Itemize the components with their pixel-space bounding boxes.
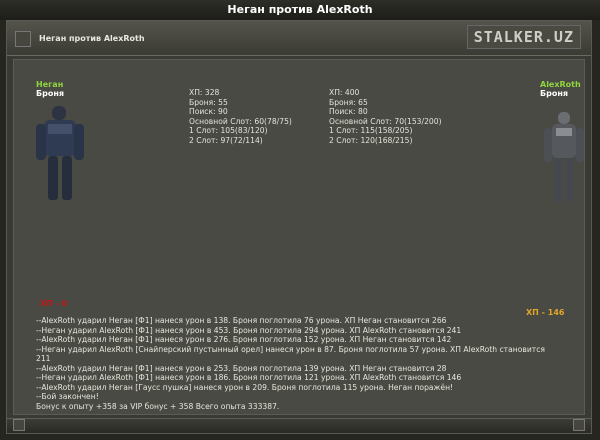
window-corner-ornament-left	[15, 31, 31, 47]
stat-line: ХП: 328	[189, 88, 220, 97]
battle-window: Неган против AlexRoth STALKER.UZ Неган Б…	[6, 20, 592, 434]
stat-line: Основной Слот: 60(78/75)	[189, 116, 292, 126]
stat-line: 1 Слот: 115(158/205)	[329, 126, 413, 135]
log-line: --Бой закончен!	[36, 392, 99, 401]
window-corner-ornament-bottom-left	[13, 419, 25, 431]
stat-line: 2 Слот: 120(168/215)	[329, 135, 413, 145]
right-fighter-armor-label: Броня	[540, 89, 568, 98]
log-line: --AlexRoth ударил Неган [Ф1] нанеся урон…	[36, 316, 447, 325]
log-line: --Неган ударил AlexRoth [Снайперский пус…	[36, 344, 545, 364]
log-line: --AlexRoth ударил Неган [Гаусс пушка] на…	[36, 382, 454, 392]
log-line: --Неган ударил AlexRoth [Ф1] нанеся урон…	[36, 325, 462, 335]
log-line: --AlexRoth ударил Неган [Ф1] нанеся урон…	[36, 363, 447, 373]
stat-line: Основной Слот: 70(153/200)	[329, 116, 442, 126]
right-fighter-avatar	[544, 112, 584, 202]
stalker-logo: STALKER.UZ	[466, 25, 581, 49]
stat-line: 1 Слот: 105(83/120)	[189, 126, 268, 135]
log-line: Бонус к опыту +358 за VIP бонус + 358 Вс…	[36, 401, 280, 411]
battle-panel: Неган Броня ХП: 328 Броня: 55 Поиск: 90 …	[13, 59, 585, 415]
stat-line: ХП: 400	[329, 88, 360, 97]
window-header: Неган против AlexRoth STALKER.UZ	[7, 21, 591, 56]
left-fighter-armor-label: Броня	[36, 89, 64, 98]
battle-log: --AlexRoth ударил Неган [Ф1] нанеся урон…	[36, 316, 556, 411]
left-fighter-hp-result: ХП - 0	[40, 299, 68, 308]
log-line: --Неган ударил AlexRoth [Ф1] нанеся урон…	[36, 373, 462, 382]
right-fighter-stats: ХП: 400 Броня: 65 Поиск: 80 Основной Сло…	[329, 88, 442, 145]
left-fighter-header: Неган Броня	[36, 80, 64, 98]
stat-line: Поиск: 80	[329, 107, 368, 116]
stat-line: 2 Слот: 97(72/114)	[189, 135, 263, 145]
window-corner-ornament-bottom-right	[573, 419, 585, 431]
right-fighter-header: AlexRoth Броня	[540, 80, 581, 98]
window-footer	[7, 418, 591, 433]
log-line: --AlexRoth ударил Неган [Ф1] нанеся урон…	[36, 335, 452, 344]
stat-line: Броня: 65	[329, 97, 368, 107]
stat-line: Поиск: 90	[189, 107, 228, 116]
left-fighter-stats: ХП: 328 Броня: 55 Поиск: 90 Основной Сло…	[189, 88, 292, 145]
right-fighter-name[interactable]: AlexRoth	[540, 80, 581, 89]
left-fighter-name[interactable]: Неган	[36, 80, 64, 89]
page-title: Неган против AlexRoth	[0, 0, 600, 20]
stat-line: Броня: 55	[189, 97, 228, 107]
window-subtitle: Неган против AlexRoth	[39, 34, 145, 43]
left-fighter-avatar	[36, 106, 84, 200]
